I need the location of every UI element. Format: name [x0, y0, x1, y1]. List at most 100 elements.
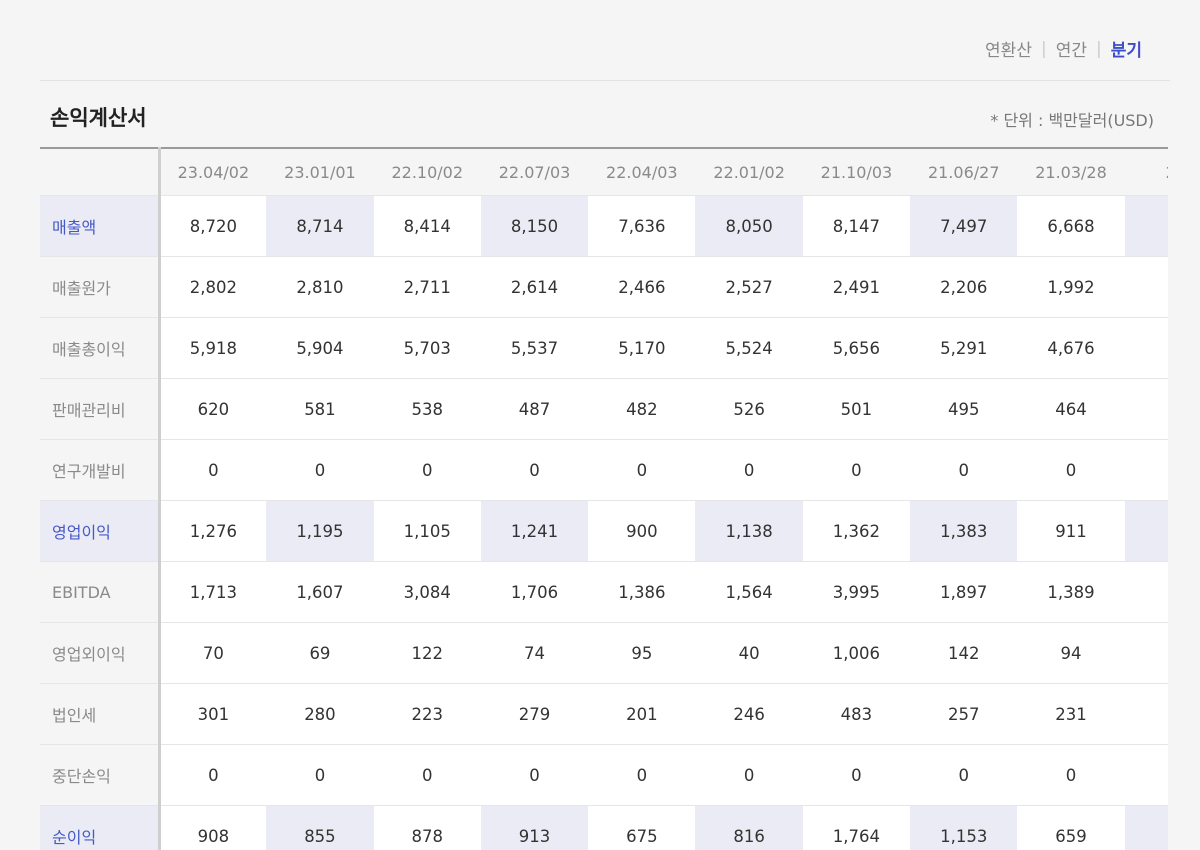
table-cell: 1,897 — [910, 561, 1018, 623]
table-cell: 1,713 — [159, 561, 267, 623]
table-cell: 2 — [1124, 256, 1168, 318]
table-cell: 5,904 — [266, 317, 374, 379]
table-cell: 659 — [1017, 805, 1125, 850]
table-cell: 8 — [1124, 500, 1168, 562]
table-cell — [1124, 622, 1168, 684]
column-header-date: 22.04/03 — [588, 148, 696, 196]
table-cell: 6,668 — [1017, 195, 1125, 257]
table-cell: 40 — [695, 622, 803, 684]
table-cell: 142 — [910, 622, 1018, 684]
tab-separator: | — [1095, 38, 1102, 59]
table-cell: 1,153 — [910, 805, 1018, 850]
table-cell: 464 — [1017, 378, 1125, 440]
column-header-date: 20. — [1124, 148, 1168, 196]
table-cell: 5,170 — [588, 317, 696, 379]
table-cell: 6 — [1124, 195, 1168, 257]
table-row: 순이익9088558789136758161,7641,1536596 — [40, 805, 1168, 850]
table-cell: 0 — [695, 744, 803, 806]
table-cell: 620 — [159, 378, 267, 440]
column-header-date: 21.03/28 — [1017, 148, 1125, 196]
table-cell: 911 — [1017, 500, 1125, 562]
table-cell: 526 — [695, 378, 803, 440]
row-label: 판매관리비 — [40, 378, 161, 440]
table-cell: 5,703 — [373, 317, 481, 379]
table-cell: 908 — [159, 805, 267, 850]
table-cell: 3,084 — [373, 561, 481, 623]
table-cell: 913 — [480, 805, 589, 850]
period-tabs: 연환산 | 연간 | 분기 — [985, 36, 1142, 62]
table-cell: 1,138 — [695, 500, 803, 562]
column-header-date: 22.01/02 — [695, 148, 803, 196]
income-statement-table: 23.04/02 23.01/01 22.10/02 22.07/03 22.04/03… — [40, 147, 1168, 850]
table-cell: 70 — [159, 622, 267, 684]
table-cell: 1,992 — [1017, 256, 1125, 318]
table-cell: 495 — [910, 378, 1018, 440]
table-cell: 1,389 — [1017, 561, 1125, 623]
table-cell: 8,150 — [480, 195, 589, 257]
table-cell: 4,676 — [1017, 317, 1125, 379]
table-cell: 483 — [802, 683, 911, 745]
table-row: 영업외이익 70 69 122 74 95 40 1,006 142 94 — [40, 622, 1168, 684]
table-cell: 0 — [695, 439, 803, 501]
table-cell: 1,006 — [802, 622, 911, 684]
table-cell: 0 — [588, 439, 696, 501]
table-cell: 0 — [480, 744, 589, 806]
table-cell: 0 — [266, 439, 374, 501]
table-cell: 538 — [373, 378, 481, 440]
column-header-date: 23.04/02 — [159, 148, 267, 196]
table-cell: 0 — [480, 439, 589, 501]
table-cell: 2,614 — [480, 256, 589, 318]
table-cell: 0 — [373, 439, 481, 501]
table-cell: 95 — [588, 622, 696, 684]
tab-quarterly[interactable]: 분기 — [1111, 36, 1142, 61]
table-cell: 8,720 — [159, 195, 267, 257]
table-cell: 878 — [373, 805, 481, 850]
unit-note: * 단위 : 백만달러(USD) — [990, 111, 1154, 130]
table-cell: 5,656 — [802, 317, 911, 379]
table-cell: 2,466 — [588, 256, 696, 318]
table-cell: 122 — [373, 622, 481, 684]
table-cell: 2,491 — [802, 256, 911, 318]
table-cell: 1,362 — [802, 500, 911, 562]
table-cell: 1,607 — [266, 561, 374, 623]
column-header-date: 22.10/02 — [373, 148, 481, 196]
table-cell: 0 — [159, 439, 267, 501]
tab-separator: | — [1040, 38, 1047, 59]
income-statement-table-wrapper[interactable]: 23.04/02 23.01/01 22.10/02 22.07/03 22.04/03… — [40, 147, 1168, 850]
table-row: 판매관리비6205815384874825265014954644 — [40, 378, 1168, 440]
row-label: 매출액 — [40, 195, 161, 257]
table-cell: 94 — [1017, 622, 1125, 684]
tab-annual[interactable]: 연간 — [1056, 36, 1087, 61]
table-cell: 2,810 — [266, 256, 374, 318]
table-cell: 1,241 — [480, 500, 589, 562]
column-header-date: 23.01/01 — [266, 148, 374, 196]
table-cell: 1,105 — [373, 500, 481, 562]
table-cell: 4 — [1124, 378, 1168, 440]
row-label: EBITDA — [40, 561, 161, 623]
table-cell: 1,383 — [910, 500, 1018, 562]
table-cell: 5,537 — [480, 317, 589, 379]
table-cell: 223 — [373, 683, 481, 745]
table-cell: 1,564 — [695, 561, 803, 623]
table-cell: 5,291 — [910, 317, 1018, 379]
table-cell: 1,276 — [159, 500, 267, 562]
table-cell: 231 — [1017, 683, 1125, 745]
table-row: 법인세3012802232792012464832572311 — [40, 683, 1168, 745]
section-title: 손익계산서 — [50, 106, 147, 130]
row-label: 중단손익 — [40, 744, 161, 806]
table-cell: 1 — [1124, 561, 1168, 623]
table-cell: 501 — [802, 378, 911, 440]
table-cell: 675 — [588, 805, 696, 850]
table-cell: 0 — [159, 744, 267, 806]
table-cell: 8,414 — [373, 195, 481, 257]
table-row: 연구개발비 0 0 0 0 0 0 0 0 0 — [40, 439, 1168, 501]
row-label: 연구개발비 — [40, 439, 161, 501]
table-cell: 201 — [588, 683, 696, 745]
table-cell — [1124, 744, 1168, 806]
table-cell: 0 — [802, 439, 911, 501]
table-cell: 1,764 — [802, 805, 911, 850]
header-corner — [40, 148, 161, 196]
table-cell: 900 — [588, 500, 696, 562]
tab-trailing[interactable]: 연환산 — [985, 36, 1032, 61]
row-label: 순이익 — [40, 805, 161, 850]
